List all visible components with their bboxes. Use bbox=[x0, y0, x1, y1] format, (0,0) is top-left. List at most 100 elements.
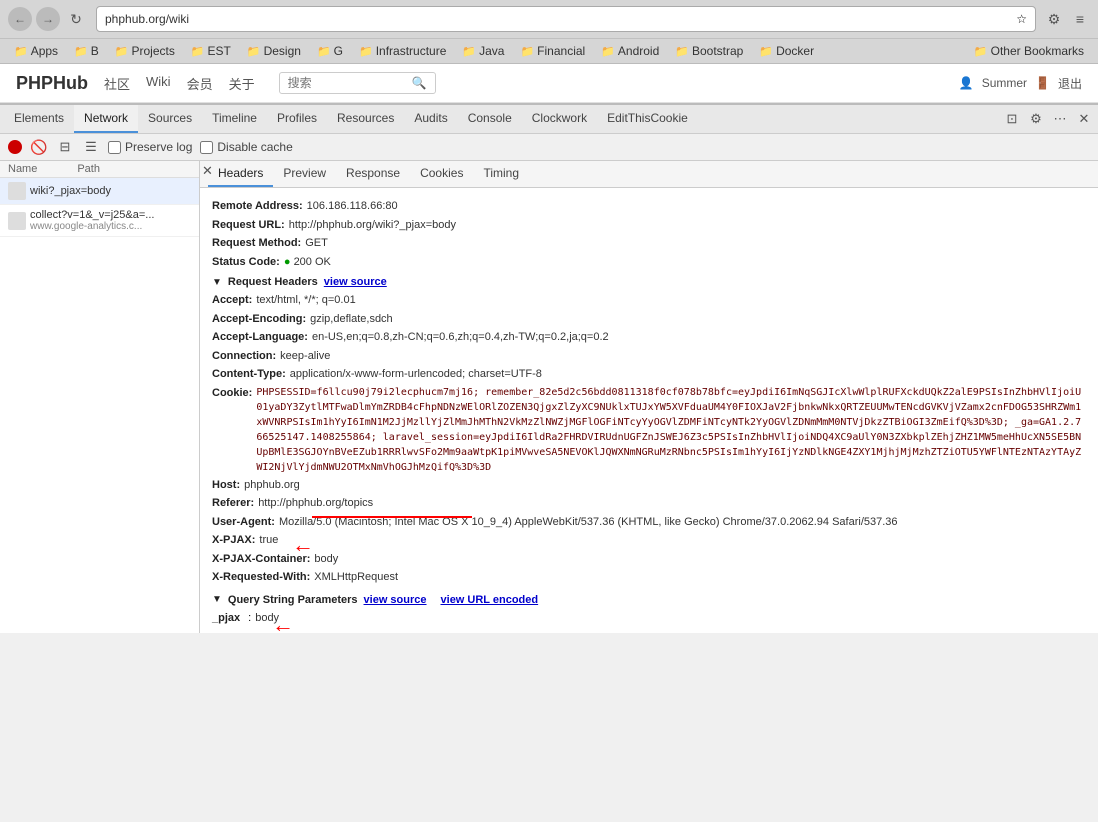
close-icon[interactable]: ✕ bbox=[1074, 109, 1094, 129]
bookmark-apps[interactable]: 📁 Apps bbox=[8, 42, 64, 60]
disable-cache-checkbox[interactable] bbox=[200, 141, 213, 154]
remote-address-key: Remote Address: bbox=[212, 198, 303, 215]
tab-profiles[interactable]: Profiles bbox=[267, 105, 327, 133]
bookmark-other-label: Other Bookmarks bbox=[991, 44, 1084, 58]
back-button[interactable]: ← bbox=[8, 7, 32, 31]
detail-panel: ✕ Headers Preview Response Cookies Timin… bbox=[200, 161, 1098, 633]
search-input[interactable] bbox=[288, 76, 408, 90]
accept-val: text/html, */*; q=0.01 bbox=[256, 292, 355, 309]
folder-icon: 📁 bbox=[462, 45, 476, 58]
close-detail-button[interactable]: ✕ bbox=[202, 163, 213, 179]
logout-link[interactable]: 退出 bbox=[1058, 75, 1082, 92]
cookie-row: Cookie: PHPSESSID=f6llcu90j79i2lecphucm7… bbox=[212, 385, 1086, 475]
folder-icon: 📁 bbox=[317, 45, 331, 58]
name-col-header: Name bbox=[8, 163, 37, 175]
status-code-key: Status Code: bbox=[212, 254, 280, 271]
cookie-key: Cookie: bbox=[212, 385, 252, 402]
disable-cache-label[interactable]: Disable cache bbox=[200, 140, 292, 154]
browser-chrome: ← → ↻ phphub.org/wiki ☆ ⚙ ≡ 📁 Apps 📁 B 📁… bbox=[0, 0, 1098, 63]
view-source-link-2[interactable]: view source bbox=[364, 594, 427, 606]
nav-about[interactable]: 关于 bbox=[229, 74, 255, 93]
tab-sources[interactable]: Sources bbox=[138, 105, 202, 133]
pjax-param-row: _pjax : body ← bbox=[212, 610, 1086, 627]
site-search[interactable]: 🔍 bbox=[279, 72, 436, 94]
more-icon[interactable]: ⋯ bbox=[1050, 109, 1070, 129]
devtools-tabs: Elements Network Sources Timeline Profil… bbox=[0, 105, 1098, 134]
request-item[interactable]: wiki?_pjax=body bbox=[0, 178, 199, 205]
menu-icon[interactable]: ≡ bbox=[1070, 9, 1090, 29]
detail-tab-headers[interactable]: Headers bbox=[208, 161, 273, 187]
tab-audits[interactable]: Audits bbox=[404, 105, 457, 133]
tab-console[interactable]: Console bbox=[458, 105, 522, 133]
detail-tabs: Headers Preview Response Cookies Timing bbox=[200, 161, 1098, 188]
content-type-val: application/x-www-form-urlencoded; chars… bbox=[290, 366, 542, 383]
nav-members[interactable]: 会员 bbox=[187, 74, 213, 93]
bookmark-financial[interactable]: 📁 Financial bbox=[514, 42, 591, 60]
tab-timeline[interactable]: Timeline bbox=[202, 105, 267, 133]
view-button[interactable]: ☰ bbox=[82, 138, 100, 156]
bookmark-other[interactable]: 📁 Other Bookmarks bbox=[968, 42, 1090, 60]
detail-content: Remote Address: 106.186.118.66:80 Reques… bbox=[200, 188, 1098, 633]
nav-community[interactable]: 社区 bbox=[104, 74, 130, 93]
request-list: Name Path wiki?_pjax=body collect?v=1&_v… bbox=[0, 161, 200, 633]
detail-tab-cookies[interactable]: Cookies bbox=[410, 161, 473, 187]
filter-button[interactable]: ⊟ bbox=[56, 138, 74, 156]
status-code-row: Status Code: ● 200 OK bbox=[212, 254, 1086, 271]
bookmark-java[interactable]: 📁 Java bbox=[456, 42, 510, 60]
nav-wiki[interactable]: Wiki bbox=[146, 74, 171, 93]
clear-button[interactable]: 🚫 bbox=[30, 138, 48, 156]
accept-encoding-key: Accept-Encoding: bbox=[212, 311, 306, 328]
bookmark-est[interactable]: 📁 EST bbox=[185, 42, 237, 60]
x-pjax-row: X-PJAX: true ← bbox=[212, 532, 1086, 549]
bookmark-android[interactable]: 📁 Android bbox=[595, 42, 665, 60]
bookmark-apps-label: Apps bbox=[31, 44, 58, 58]
bookmark-bootstrap[interactable]: 📁 Bootstrap bbox=[669, 42, 749, 60]
folder-icon: 📁 bbox=[601, 45, 615, 58]
username: Summer bbox=[982, 76, 1027, 90]
x-requested-with-key: X-Requested-With: bbox=[212, 569, 310, 586]
settings-icon[interactable]: ⚙ bbox=[1026, 109, 1046, 129]
request-item-row-2: collect?v=1&_v=j25&a=... www.google-anal… bbox=[8, 209, 191, 232]
preserve-log-label[interactable]: Preserve log bbox=[108, 140, 192, 154]
disable-cache-text: Disable cache bbox=[217, 140, 292, 154]
record-button[interactable] bbox=[8, 140, 22, 154]
dock-icon[interactable]: ⊡ bbox=[1002, 109, 1022, 129]
remote-address-row: Remote Address: 106.186.118.66:80 bbox=[212, 198, 1086, 215]
tab-elements[interactable]: Elements bbox=[4, 105, 74, 133]
detail-tab-timing[interactable]: Timing bbox=[473, 161, 529, 187]
x-requested-with-row: X-Requested-With: XMLHttpRequest bbox=[212, 569, 1086, 586]
detail-tab-response[interactable]: Response bbox=[336, 161, 410, 187]
view-url-encoded-link[interactable]: view URL encoded bbox=[441, 594, 539, 606]
collapse-triangle[interactable]: ▼ bbox=[212, 277, 222, 288]
detail-tab-preview[interactable]: Preview bbox=[273, 161, 336, 187]
bookmark-infrastructure[interactable]: 📁 Infrastructure bbox=[353, 42, 452, 60]
bookmark-star-icon[interactable]: ☆ bbox=[1016, 12, 1027, 26]
preserve-log-checkbox[interactable] bbox=[108, 141, 121, 154]
tab-network[interactable]: Network bbox=[74, 105, 138, 133]
tab-editthiscookie[interactable]: EditThisCookie bbox=[597, 105, 698, 133]
tab-resources[interactable]: Resources bbox=[327, 105, 404, 133]
referer-key: Referer: bbox=[212, 495, 254, 512]
refresh-button[interactable]: ↻ bbox=[64, 7, 88, 31]
devtools-tab-icons: ⊡ ⚙ ⋯ ✕ bbox=[1002, 109, 1094, 129]
logout-icon: 🚪 bbox=[1035, 76, 1050, 90]
status-code-val: ● 200 OK bbox=[284, 254, 331, 271]
extensions-icon[interactable]: ⚙ bbox=[1044, 9, 1064, 29]
search-icon[interactable]: 🔍 bbox=[412, 76, 427, 90]
x-pjax-key: X-PJAX: bbox=[212, 532, 255, 549]
address-bar[interactable]: phphub.org/wiki ☆ bbox=[96, 6, 1036, 32]
accept-language-val: en-US,en;q=0.8,zh-CN;q=0.6,zh;q=0.4,zh-T… bbox=[312, 329, 609, 346]
bookmark-b[interactable]: 📁 B bbox=[68, 42, 105, 60]
bookmark-design[interactable]: 📁 Design bbox=[241, 42, 307, 60]
detail-header-basic: Remote Address: 106.186.118.66:80 Reques… bbox=[212, 198, 1086, 270]
cookie-val: PHPSESSID=f6llcu90j79i2lecphucm7mj16; re… bbox=[256, 385, 1086, 475]
request-item-2[interactable]: collect?v=1&_v=j25&a=... www.google-anal… bbox=[0, 205, 199, 237]
collapse-triangle-2[interactable]: ▼ bbox=[212, 594, 222, 605]
bookmark-docker[interactable]: 📁 Docker bbox=[753, 42, 820, 60]
forward-button[interactable]: → bbox=[36, 7, 60, 31]
bookmark-design-label: Design bbox=[264, 44, 301, 58]
tab-clockwork[interactable]: Clockwork bbox=[522, 105, 597, 133]
bookmark-projects[interactable]: 📁 Projects bbox=[109, 42, 181, 60]
view-source-link[interactable]: view source bbox=[324, 276, 387, 288]
bookmark-g[interactable]: 📁 G bbox=[311, 42, 349, 60]
